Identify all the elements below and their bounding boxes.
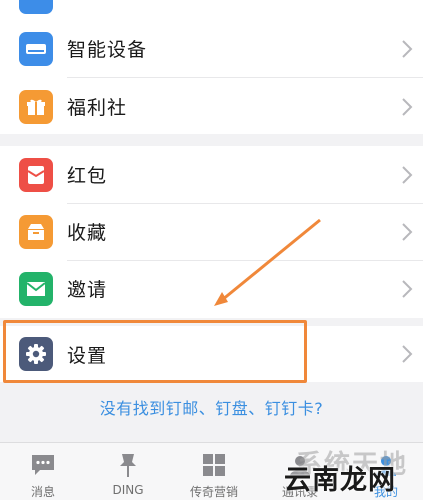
grid-icon bbox=[200, 451, 228, 479]
tab-contacts[interactable]: 通讯录 bbox=[258, 443, 342, 500]
menu-item-label: 设置 bbox=[67, 344, 108, 367]
menu-group-1: 智能设备 福利社 bbox=[0, 16, 423, 134]
gift-icon bbox=[19, 89, 53, 124]
partial-app-icon bbox=[19, 0, 53, 14]
menu-group-3: 设置 bbox=[0, 326, 423, 382]
help-link[interactable]: 没有找到钉邮、钉盘、钉钉卡? bbox=[0, 395, 423, 419]
tab-label: 我的 bbox=[373, 485, 398, 499]
menu-item-label: 智能设备 bbox=[67, 39, 148, 61]
chevron-right-icon bbox=[402, 39, 413, 58]
contacts-icon bbox=[286, 451, 314, 479]
tab-label: DING bbox=[112, 483, 144, 497]
menu-item-favorites[interactable]: 收藏 bbox=[0, 203, 423, 260]
tab-label: 传奇营销 bbox=[189, 485, 238, 499]
menu-item-label: 红包 bbox=[67, 165, 108, 187]
message-icon bbox=[29, 451, 57, 479]
tab-messages[interactable]: 消息 bbox=[1, 443, 85, 500]
bottom-tab-bar: 消息 DING 传奇营销 通讯录 我的 bbox=[0, 442, 423, 500]
menu-item-label: 收藏 bbox=[67, 222, 108, 244]
tab-ding[interactable]: DING bbox=[86, 443, 170, 500]
menu-group-2: 红包 收藏 邀请 bbox=[0, 146, 423, 318]
top-partial-group bbox=[0, 0, 423, 16]
settings-menu-page: 智能设备 福利社 红包 收藏 邀请 设置 没有找到钉邮、钉盘、钉钉卡? 消息 D… bbox=[0, 0, 423, 500]
smart-device-icon bbox=[19, 31, 53, 66]
menu-item-welfare[interactable]: 福利社 bbox=[0, 78, 423, 135]
tab-profile[interactable]: 我的 bbox=[344, 443, 423, 500]
chevron-right-icon bbox=[402, 97, 413, 116]
chevron-right-icon bbox=[402, 345, 413, 363]
chevron-right-icon bbox=[402, 165, 413, 184]
tab-label: 通讯录 bbox=[281, 485, 318, 499]
menu-item-invite[interactable]: 邀请 bbox=[0, 260, 423, 317]
gear-icon bbox=[19, 337, 53, 371]
menu-item-smart-device[interactable]: 智能设备 bbox=[0, 20, 423, 77]
favorites-box-icon bbox=[19, 214, 53, 249]
menu-item-label: 邀请 bbox=[67, 279, 108, 301]
menu-item-label: 福利社 bbox=[67, 97, 128, 119]
tab-label: 消息 bbox=[30, 485, 55, 499]
profile-icon bbox=[372, 451, 400, 479]
chevron-right-icon bbox=[402, 279, 413, 298]
pin-icon bbox=[114, 451, 142, 479]
invite-mail-icon bbox=[19, 271, 53, 306]
chevron-right-icon bbox=[402, 222, 413, 241]
menu-item-red-envelope[interactable]: 红包 bbox=[0, 146, 423, 203]
menu-item-settings[interactable]: 设置 bbox=[0, 326, 423, 382]
tab-marketing[interactable]: 传奇营销 bbox=[172, 443, 256, 500]
red-envelope-icon bbox=[19, 157, 53, 192]
